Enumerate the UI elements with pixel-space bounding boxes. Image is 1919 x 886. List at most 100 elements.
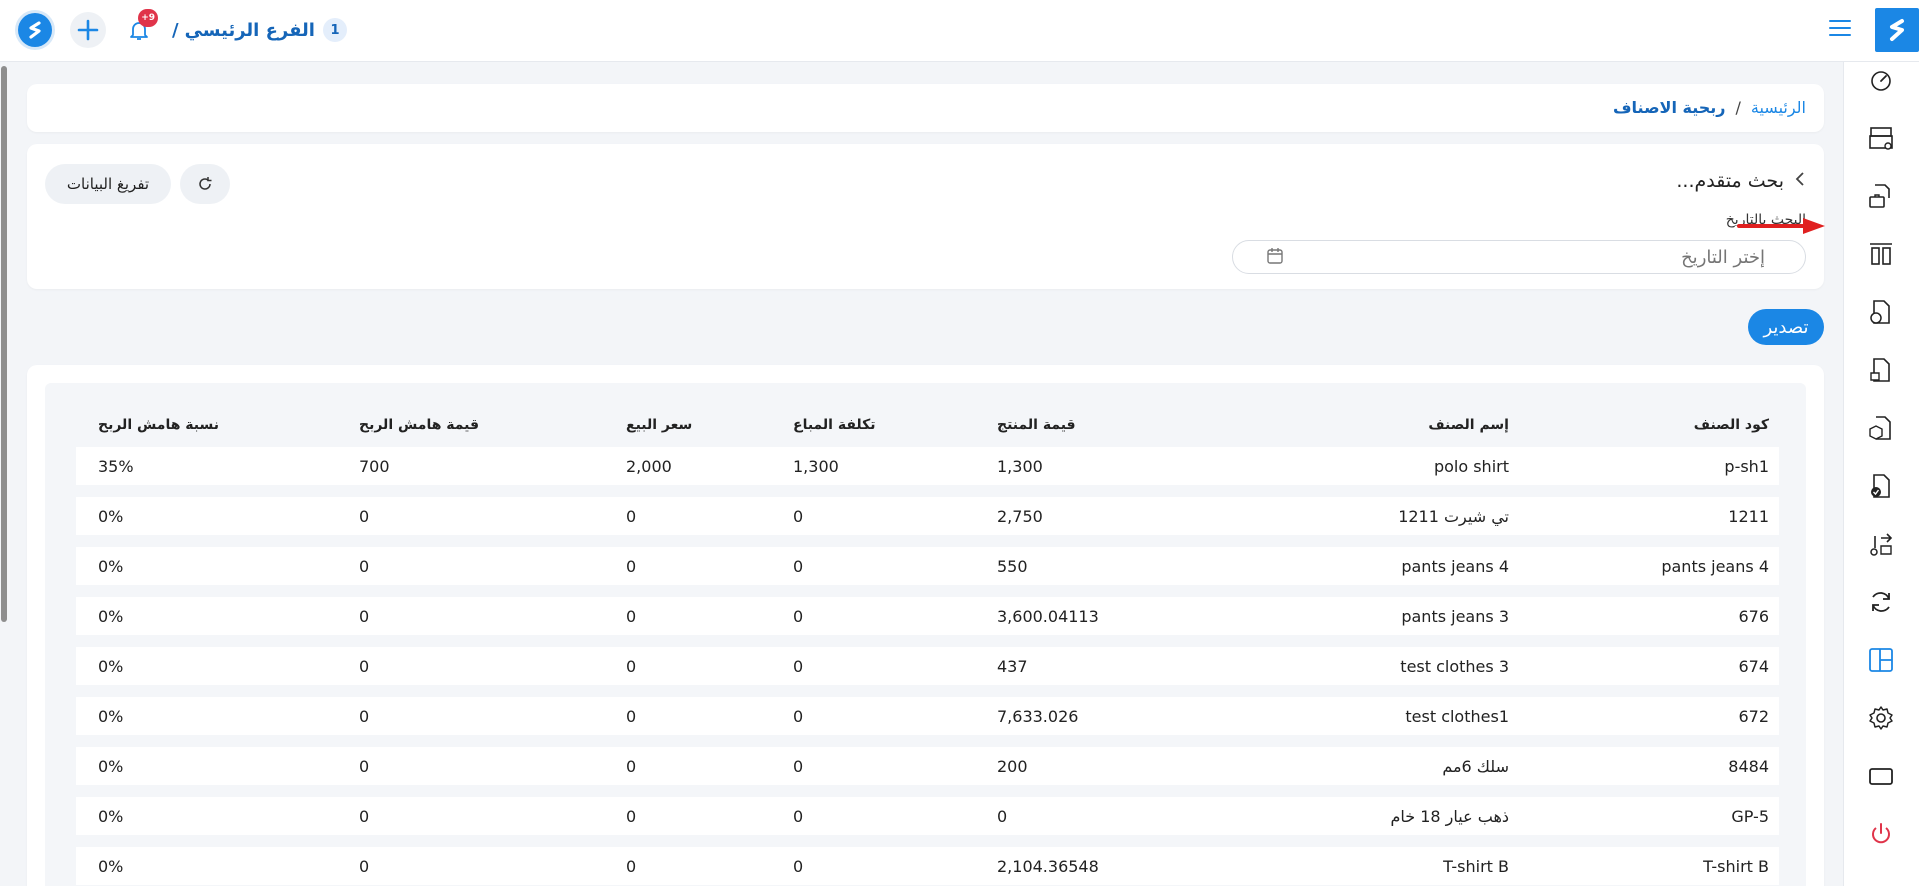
invoice-briefcase-icon[interactable] bbox=[1863, 178, 1899, 214]
menu-toggle-icon[interactable] bbox=[1829, 20, 1851, 38]
clear-data-button[interactable]: تفريغ البيانات bbox=[45, 164, 171, 204]
table-row[interactable]: 8484 سلك 6مم 200 0 0 0 0% bbox=[76, 747, 1779, 785]
cell-profit-margin-percent: 0% bbox=[76, 497, 337, 535]
breadcrumb-home-link[interactable]: الرئيسية bbox=[1751, 98, 1806, 117]
cell-item-name: سلك 6مم bbox=[1189, 747, 1519, 785]
cell-product-value: 437 bbox=[975, 647, 1189, 685]
table-row[interactable]: 672 test clothes1 7,633.026 0 0 0 0% bbox=[76, 697, 1779, 735]
cell-cost-of-sold: 0 bbox=[771, 497, 975, 535]
add-button[interactable] bbox=[70, 12, 106, 48]
cell-cost-of-sold: 1,300 bbox=[771, 447, 975, 485]
cell-item-name: test clothes 3 bbox=[1189, 647, 1519, 685]
cell-sale-price: 0 bbox=[604, 547, 771, 585]
cell-item-name: 3 pants jeans bbox=[1189, 597, 1519, 635]
cell-cost-of-sold: 0 bbox=[771, 597, 975, 635]
breadcrumb-card: الرئيسية / ربحية الاصناف bbox=[27, 84, 1824, 132]
branch-selector[interactable]: 1 الفرع الرئيسي / bbox=[172, 18, 347, 42]
cell-item-code: 676 bbox=[1519, 597, 1779, 635]
columns-icon[interactable] bbox=[1863, 236, 1899, 272]
cell-product-value: 200 bbox=[975, 747, 1189, 785]
cell-sale-price: 0 bbox=[604, 847, 771, 885]
monitor-icon[interactable] bbox=[1863, 758, 1899, 794]
cell-profit-margin-percent: 0% bbox=[76, 797, 337, 835]
calendar-icon[interactable] bbox=[1266, 247, 1284, 269]
layout-icon[interactable] bbox=[1863, 642, 1899, 678]
cell-item-code: T-shirt B bbox=[1519, 847, 1779, 885]
table-row[interactable]: p-sh1 polo shirt 1,300 1,300 2,000 700 3… bbox=[76, 447, 1779, 485]
notifications-button[interactable]: +9 bbox=[124, 9, 158, 45]
cell-sale-price: 0 bbox=[604, 697, 771, 735]
table-row[interactable]: T-shirt B T-shirt B 2,104.36548 0 0 0 0% bbox=[76, 847, 1779, 885]
table-row[interactable]: GP-5 ذهب عيار 18 خام 0 0 0 0 0% bbox=[76, 797, 1779, 835]
chevron-left-icon bbox=[1794, 171, 1806, 192]
table-row[interactable]: 1211 تي شيرت 1211 2,750 0 0 0 0% bbox=[76, 497, 1779, 535]
app-logo[interactable] bbox=[1875, 8, 1919, 52]
export-button[interactable]: تصدير bbox=[1748, 309, 1824, 345]
company-logo[interactable] bbox=[18, 13, 52, 47]
cell-profit-margin-value: 0 bbox=[337, 497, 604, 535]
cell-profit-margin-percent: 0% bbox=[76, 697, 337, 735]
cell-item-code: 1211 bbox=[1519, 497, 1779, 535]
cell-item-code: p-sh1 bbox=[1519, 447, 1779, 485]
cell-profit-margin-percent: 0% bbox=[76, 547, 337, 585]
table-row[interactable]: 674 test clothes 3 437 0 0 0 0% bbox=[76, 647, 1779, 685]
document-download-icon[interactable] bbox=[1863, 352, 1899, 388]
date-picker-input[interactable] bbox=[1232, 240, 1806, 274]
cell-sale-price: 0 bbox=[604, 647, 771, 685]
cell-product-value: 0 bbox=[975, 797, 1189, 835]
cell-profit-margin-value: 0 bbox=[337, 647, 604, 685]
cell-profit-margin-percent: 0% bbox=[76, 747, 337, 785]
cell-profit-margin-value: 700 bbox=[337, 447, 604, 485]
cell-item-code: 674 bbox=[1519, 647, 1779, 685]
sync-icon[interactable] bbox=[1863, 584, 1899, 620]
header-cost-of-sold[interactable]: تكلفة المباع bbox=[771, 415, 975, 435]
refresh-button[interactable] bbox=[180, 164, 230, 204]
cell-sale-price: 0 bbox=[604, 747, 771, 785]
notification-count-badge: +9 bbox=[138, 9, 158, 27]
cell-item-name: تي شيرت 1211 bbox=[1189, 497, 1519, 535]
cell-profit-margin-value: 0 bbox=[337, 547, 604, 585]
header-item-name[interactable]: إسم الصنف bbox=[1189, 415, 1519, 435]
cell-profit-margin-percent: 35% bbox=[76, 447, 337, 485]
cell-item-code: 8484 bbox=[1519, 747, 1779, 785]
branch-separator: / bbox=[172, 19, 179, 41]
annotation-arrow-icon bbox=[1737, 218, 1825, 234]
table-header-row: كود الصنف إسم الصنف قيمة المنتج تكلفة ال… bbox=[76, 415, 1779, 435]
cell-product-value: 550 bbox=[975, 547, 1189, 585]
header-item-code[interactable]: كود الصنف bbox=[1519, 415, 1779, 435]
header-profit-margin-percent[interactable]: نسبة هامش الربح bbox=[76, 415, 337, 435]
scrollbar-thumb[interactable] bbox=[1, 66, 7, 622]
gear-icon[interactable] bbox=[1863, 700, 1899, 736]
cell-product-value: 1,300 bbox=[975, 447, 1189, 485]
cell-cost-of-sold: 0 bbox=[771, 797, 975, 835]
document-check-icon[interactable] bbox=[1863, 468, 1899, 504]
advanced-search-toggle[interactable]: بحث متقدم... bbox=[1676, 170, 1806, 192]
header-profit-margin-value[interactable]: قيمة هامش الربح bbox=[337, 415, 604, 435]
table-container: كود الصنف إسم الصنف قيمة المنتج تكلفة ال… bbox=[45, 383, 1806, 886]
cell-item-name: test clothes1 bbox=[1189, 697, 1519, 735]
speedometer-icon[interactable] bbox=[1863, 62, 1899, 98]
profitability-table-card: كود الصنف إسم الصنف قيمة المنتج تكلفة ال… bbox=[27, 365, 1824, 886]
refresh-icon bbox=[199, 177, 212, 190]
table-row[interactable]: 676 3 pants jeans 3,600.04113 0 0 0 0% bbox=[76, 597, 1779, 635]
transfer-icon[interactable] bbox=[1863, 526, 1899, 562]
cell-sale-price: 0 bbox=[604, 797, 771, 835]
item-profitability-table: كود الصنف إسم الصنف قيمة المنتج تكلفة ال… bbox=[76, 403, 1779, 886]
cell-cost-of-sold: 0 bbox=[771, 547, 975, 585]
advanced-search-card: بحث متقدم... البحث بالتاريخ تفريغ البيان… bbox=[27, 144, 1824, 289]
cell-cost-of-sold: 0 bbox=[771, 697, 975, 735]
cell-item-name: ذهب عيار 18 خام bbox=[1189, 797, 1519, 835]
cell-item-name: polo shirt bbox=[1189, 447, 1519, 485]
document-box-icon[interactable] bbox=[1863, 410, 1899, 446]
header-product-value[interactable]: قيمة المنتج bbox=[975, 415, 1189, 435]
cell-profit-margin-value: 0 bbox=[337, 597, 604, 635]
document-money-icon[interactable] bbox=[1863, 294, 1899, 330]
power-icon[interactable] bbox=[1863, 816, 1899, 852]
header-sale-price[interactable]: سعر البيع bbox=[604, 415, 771, 435]
pos-register-icon[interactable] bbox=[1863, 120, 1899, 156]
logo-s-icon bbox=[29, 21, 41, 39]
cell-profit-margin-value: 0 bbox=[337, 847, 604, 885]
table-row[interactable]: 4 pants jeans 4 pants jeans 550 0 0 0 0% bbox=[76, 547, 1779, 585]
sidebar bbox=[1843, 62, 1919, 886]
cell-profit-margin-percent: 0% bbox=[76, 597, 337, 635]
